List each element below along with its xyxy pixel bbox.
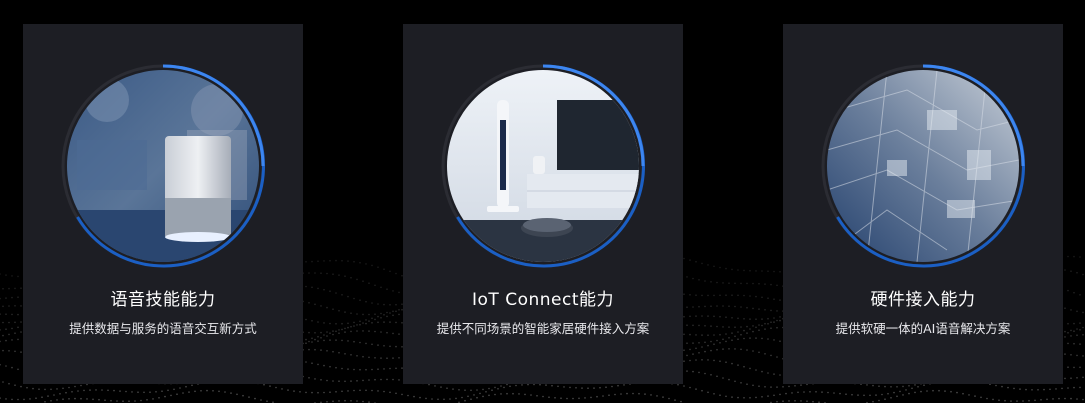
card-description: 提供数据与服务的语音交互新方式 (69, 321, 257, 336)
progress-ring (59, 62, 267, 270)
feature-card-voice-skill[interactable]: 语音技能能力 提供数据与服务的语音交互新方式 (23, 24, 303, 384)
smart-home-photo (447, 70, 639, 262)
card-description: 提供不同场景的智能家居硬件接入方案 (436, 321, 650, 336)
circuit-board-photo (827, 70, 1019, 262)
card-title: 硬件接入能力 (870, 290, 976, 310)
smart-speaker-photo (67, 70, 259, 262)
card-description: 提供软硬一体的AI语音解决方案 (835, 321, 1011, 336)
progress-ring (439, 62, 647, 270)
card-title: 语音技能能力 (110, 290, 216, 310)
feature-card-hardware-access[interactable]: 硬件接入能力 提供软硬一体的AI语音解决方案 (783, 24, 1063, 384)
feature-section: 语音技能能力 提供数据与服务的语音交互新方式 IoT Connect能力 提供不… (0, 0, 1085, 403)
card-title: IoT Connect能力 (472, 290, 614, 310)
progress-ring (819, 62, 1027, 270)
feature-card-iot-connect[interactable]: IoT Connect能力 提供不同场景的智能家居硬件接入方案 (403, 24, 683, 384)
